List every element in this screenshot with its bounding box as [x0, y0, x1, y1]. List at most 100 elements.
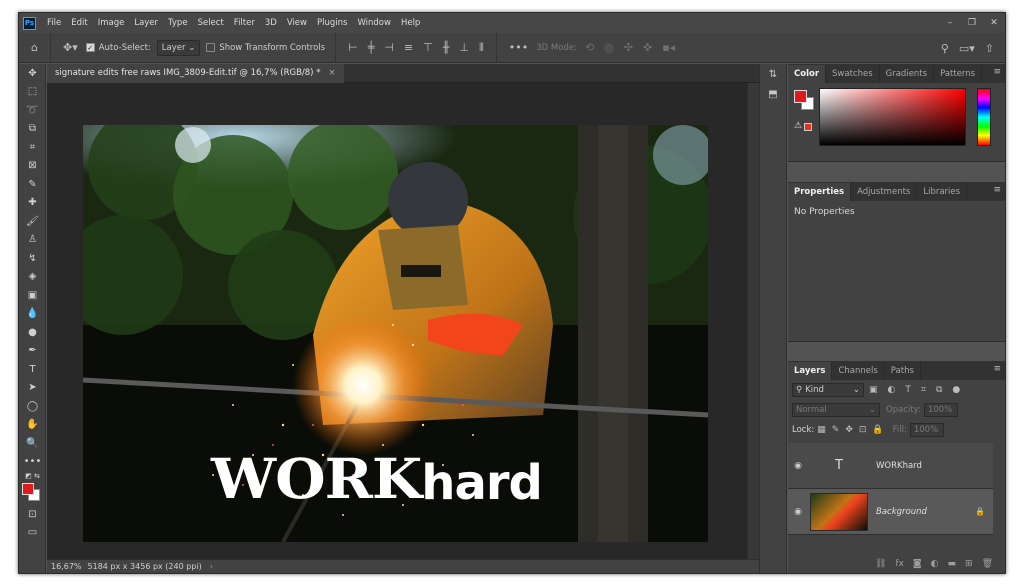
3d-scale-icon[interactable]: ▪◂	[662, 41, 675, 54]
add-mask-icon[interactable]: ◙	[913, 559, 922, 569]
more-options-icon[interactable]: •••	[509, 41, 528, 54]
panel-menu-icon[interactable]: ≡	[993, 364, 1001, 374]
panel-menu-icon[interactable]: ≡	[993, 67, 1001, 77]
layer-name[interactable]: WORKhard	[876, 461, 922, 471]
close-tab-icon[interactable]: ×	[328, 68, 335, 78]
lock-position-icon[interactable]: ✥	[845, 425, 853, 435]
distribute-v-icon[interactable]: ⦀	[479, 41, 484, 55]
blur-tool-icon[interactable]: 💧	[19, 305, 46, 324]
auto-select-checkbox[interactable]: ✓	[85, 43, 95, 52]
fill-field[interactable]: 100%	[909, 423, 944, 437]
filter-type-icon[interactable]: T	[905, 385, 911, 395]
document-image[interactable]: WORK hard	[83, 125, 708, 542]
history-panel-icon[interactable]: ⇅	[760, 64, 786, 84]
foreground-color-swatch[interactable]	[22, 483, 34, 495]
3d-drag-icon[interactable]: ✣	[624, 41, 633, 54]
link-layers-icon[interactable]: ⛓	[875, 559, 886, 569]
auto-select-option[interactable]: ✓ Auto-Select:	[85, 43, 151, 53]
eye-icon[interactable]: ◉	[788, 507, 808, 517]
blend-mode-dropdown[interactable]: Normal ⌄	[792, 403, 880, 417]
object-select-tool-icon[interactable]: ⧉	[19, 120, 46, 139]
healing-brush-tool-icon[interactable]: ✚	[19, 194, 46, 213]
delete-layer-icon[interactable]: 🗑	[982, 559, 993, 569]
tab-layers[interactable]: Layers	[788, 362, 833, 380]
search-icon[interactable]: ⚲	[941, 42, 949, 55]
layer-row-workhard[interactable]: ◉ T WORKhard	[788, 443, 993, 489]
menu-edit[interactable]: Edit	[66, 18, 92, 28]
align-top-icon[interactable]: ⊤	[423, 41, 433, 54]
menu-3d[interactable]: 3D	[260, 18, 282, 28]
panel-menu-icon[interactable]: ≡	[993, 185, 1001, 195]
pen-tool-icon[interactable]: ✒	[19, 342, 46, 361]
menu-help[interactable]: Help	[396, 18, 425, 28]
screen-mode-icon[interactable]: ▭	[19, 524, 46, 543]
menu-select[interactable]: Select	[193, 18, 229, 28]
filter-smart-object-icon[interactable]: ⧉	[936, 385, 942, 395]
marquee-tool-icon[interactable]: ⬚	[19, 83, 46, 102]
clone-stamp-tool-icon[interactable]: ♙	[19, 231, 46, 250]
color-spectrum-field[interactable]	[819, 88, 966, 146]
filter-shape-icon[interactable]: ⌗	[921, 385, 926, 395]
close-window-button[interactable]: ✕	[983, 13, 1005, 33]
adjustment-layer-icon[interactable]: ◐	[931, 559, 939, 569]
lasso-tool-icon[interactable]: ➰	[19, 101, 46, 120]
opacity-field[interactable]: 100%	[923, 403, 958, 417]
align-middle-v-icon[interactable]: ╫	[443, 41, 450, 54]
layer-style-icon[interactable]: fx	[895, 559, 904, 569]
layer-kind-filter[interactable]: ⚲ Kind ⌄	[792, 383, 864, 397]
filter-adjustment-icon[interactable]: ◐	[888, 385, 896, 395]
menu-view[interactable]: View	[282, 18, 312, 28]
move-tool-preset-icon[interactable]: ✥▾	[63, 41, 78, 54]
filter-pixel-icon[interactable]: ▣	[869, 385, 878, 395]
restore-button[interactable]: ❐	[961, 13, 983, 33]
layer-name[interactable]: Background	[876, 507, 927, 517]
align-left-icon[interactable]: ⊢	[348, 41, 358, 54]
lock-transparent-icon[interactable]: ▦	[817, 425, 826, 435]
share-icon[interactable]: ⇧	[985, 42, 994, 55]
menu-layer[interactable]: Layer	[129, 18, 163, 28]
align-right-icon[interactable]: ⊣	[384, 41, 394, 54]
default-colors-icon[interactable]: ◩ ⇆	[19, 471, 46, 481]
dodge-tool-icon[interactable]: ●	[19, 323, 46, 342]
distribute-h-icon[interactable]: ≡	[404, 41, 413, 54]
fg-bg-swatch[interactable]	[19, 481, 46, 505]
status-menu-arrow-icon[interactable]: ›	[210, 562, 213, 571]
align-bottom-icon[interactable]: ⊥	[459, 41, 469, 54]
new-layer-icon[interactable]: ⊞	[965, 559, 973, 569]
crop-tool-icon[interactable]: ⌗	[19, 138, 46, 157]
hue-slider[interactable]	[977, 88, 991, 146]
lock-all-icon[interactable]: 🔒	[872, 425, 883, 435]
history-brush-tool-icon[interactable]: ↯	[19, 249, 46, 268]
menu-type[interactable]: Type	[163, 18, 193, 28]
tab-paths[interactable]: Paths	[885, 362, 921, 380]
vertical-scrollbar[interactable]	[747, 83, 759, 559]
menu-plugins[interactable]: Plugins	[312, 18, 352, 28]
tab-channels[interactable]: Channels	[832, 362, 885, 380]
eye-icon[interactable]: ◉	[788, 461, 808, 471]
edit-toolbar-icon[interactable]: •••	[19, 453, 46, 472]
3d-slide-icon[interactable]: ✜	[643, 41, 652, 54]
3d-roll-icon[interactable]: ◎	[604, 41, 614, 54]
new-group-icon[interactable]: ▬	[948, 559, 957, 569]
ellipse-tool-icon[interactable]: ◯	[19, 397, 46, 416]
color-foreground-swatch[interactable]	[794, 90, 807, 103]
hand-tool-icon[interactable]: ✋	[19, 416, 46, 435]
lock-artboard-icon[interactable]: ⊡	[859, 425, 867, 435]
home-icon[interactable]: ⌂	[31, 41, 38, 54]
document-tab[interactable]: signature edits free raws IMG_3809-Edit.…	[47, 64, 344, 83]
gamut-warning-swatch[interactable]	[804, 123, 812, 131]
eraser-tool-icon[interactable]: ◈	[19, 268, 46, 287]
brush-tool-icon[interactable]: 🖌	[19, 212, 46, 231]
tab-libraries[interactable]: Libraries	[917, 183, 968, 201]
type-tool-icon[interactable]: T	[19, 360, 46, 379]
filter-toggle-icon[interactable]: ●	[952, 385, 960, 395]
frame-tool-icon[interactable]: ⊠	[19, 157, 46, 176]
lock-image-icon[interactable]: ✎	[832, 425, 840, 435]
menu-file[interactable]: File	[42, 18, 66, 28]
gradient-tool-icon[interactable]: ▣	[19, 286, 46, 305]
minimize-button[interactable]: –	[939, 13, 961, 33]
tab-swatches[interactable]: Swatches	[826, 65, 880, 83]
workspace-icon[interactable]: ▭▾	[959, 42, 975, 55]
auto-select-dropdown[interactable]: Layer ⌄	[156, 39, 201, 56]
menu-image[interactable]: Image	[93, 18, 130, 28]
